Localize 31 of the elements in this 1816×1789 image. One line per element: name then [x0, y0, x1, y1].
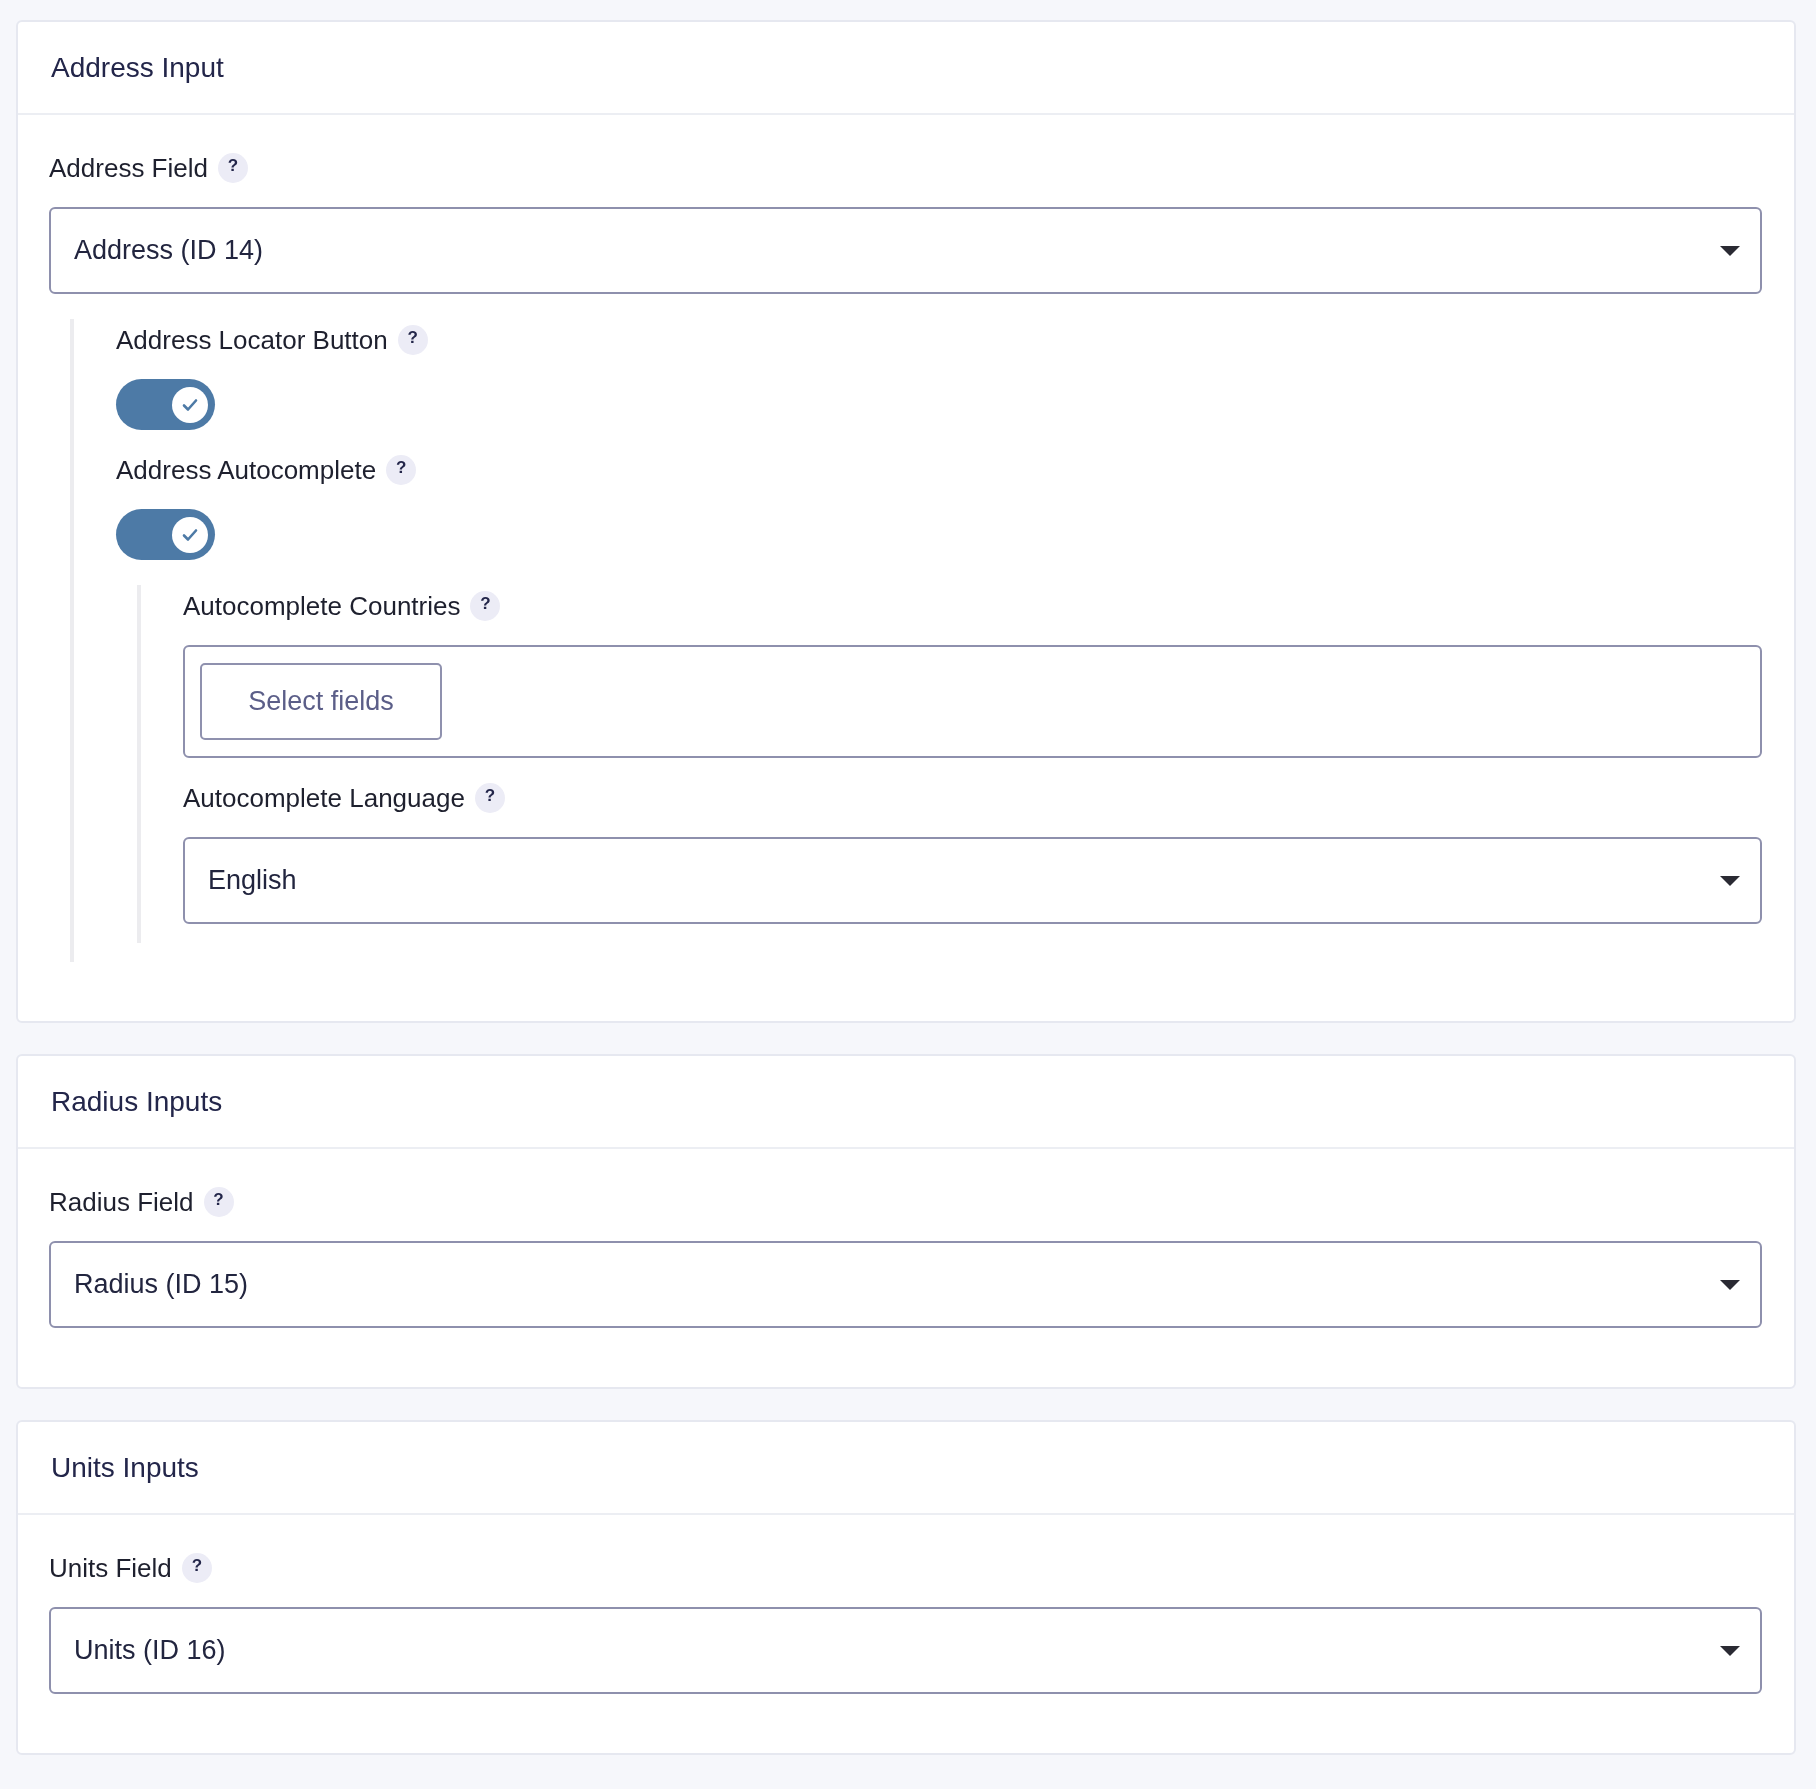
field-label: Autocomplete Countries [183, 592, 461, 620]
toggle-switch[interactable] [116, 379, 215, 430]
check-icon [172, 516, 208, 553]
help-icon[interactable]: ? [217, 153, 248, 183]
help-icon[interactable]: ? [474, 783, 505, 813]
help-icon[interactable]: ? [203, 1187, 234, 1217]
field-label: Radius Field [49, 1188, 194, 1216]
select-dropdown[interactable]: Address (ID 14) [49, 207, 1762, 294]
check-icon [172, 386, 208, 423]
field-label: Address Autocomplete [116, 456, 377, 484]
toggle-switch[interactable] [116, 509, 215, 560]
help-icon[interactable]: ? [181, 1553, 212, 1583]
caret-icon [1720, 245, 1740, 256]
help-icon[interactable]: ? [386, 455, 417, 485]
field-label: Units Field [49, 1554, 172, 1582]
select-dropdown[interactable]: English [183, 837, 1762, 924]
section-title: Address Input [51, 50, 224, 85]
caret-icon [1720, 875, 1740, 886]
select-fields-button[interactable]: Select fields [200, 663, 442, 740]
multiselect-field[interactable]: Select fields [183, 645, 1762, 758]
caret-icon [1720, 1645, 1740, 1656]
help-icon[interactable]: ? [397, 325, 428, 355]
help-icon[interactable]: ? [470, 591, 501, 621]
section-title: Radius Inputs [51, 1084, 223, 1119]
field-label: Address Field [49, 154, 208, 182]
field-label: Address Locator Button [116, 326, 388, 354]
select-dropdown[interactable]: Units (ID 16) [49, 1607, 1762, 1694]
field-label: Autocomplete Language [183, 784, 465, 812]
select-dropdown[interactable]: Radius (ID 15) [49, 1241, 1762, 1328]
section-title: Units Inputs [51, 1450, 199, 1485]
caret-icon [1720, 1279, 1740, 1290]
